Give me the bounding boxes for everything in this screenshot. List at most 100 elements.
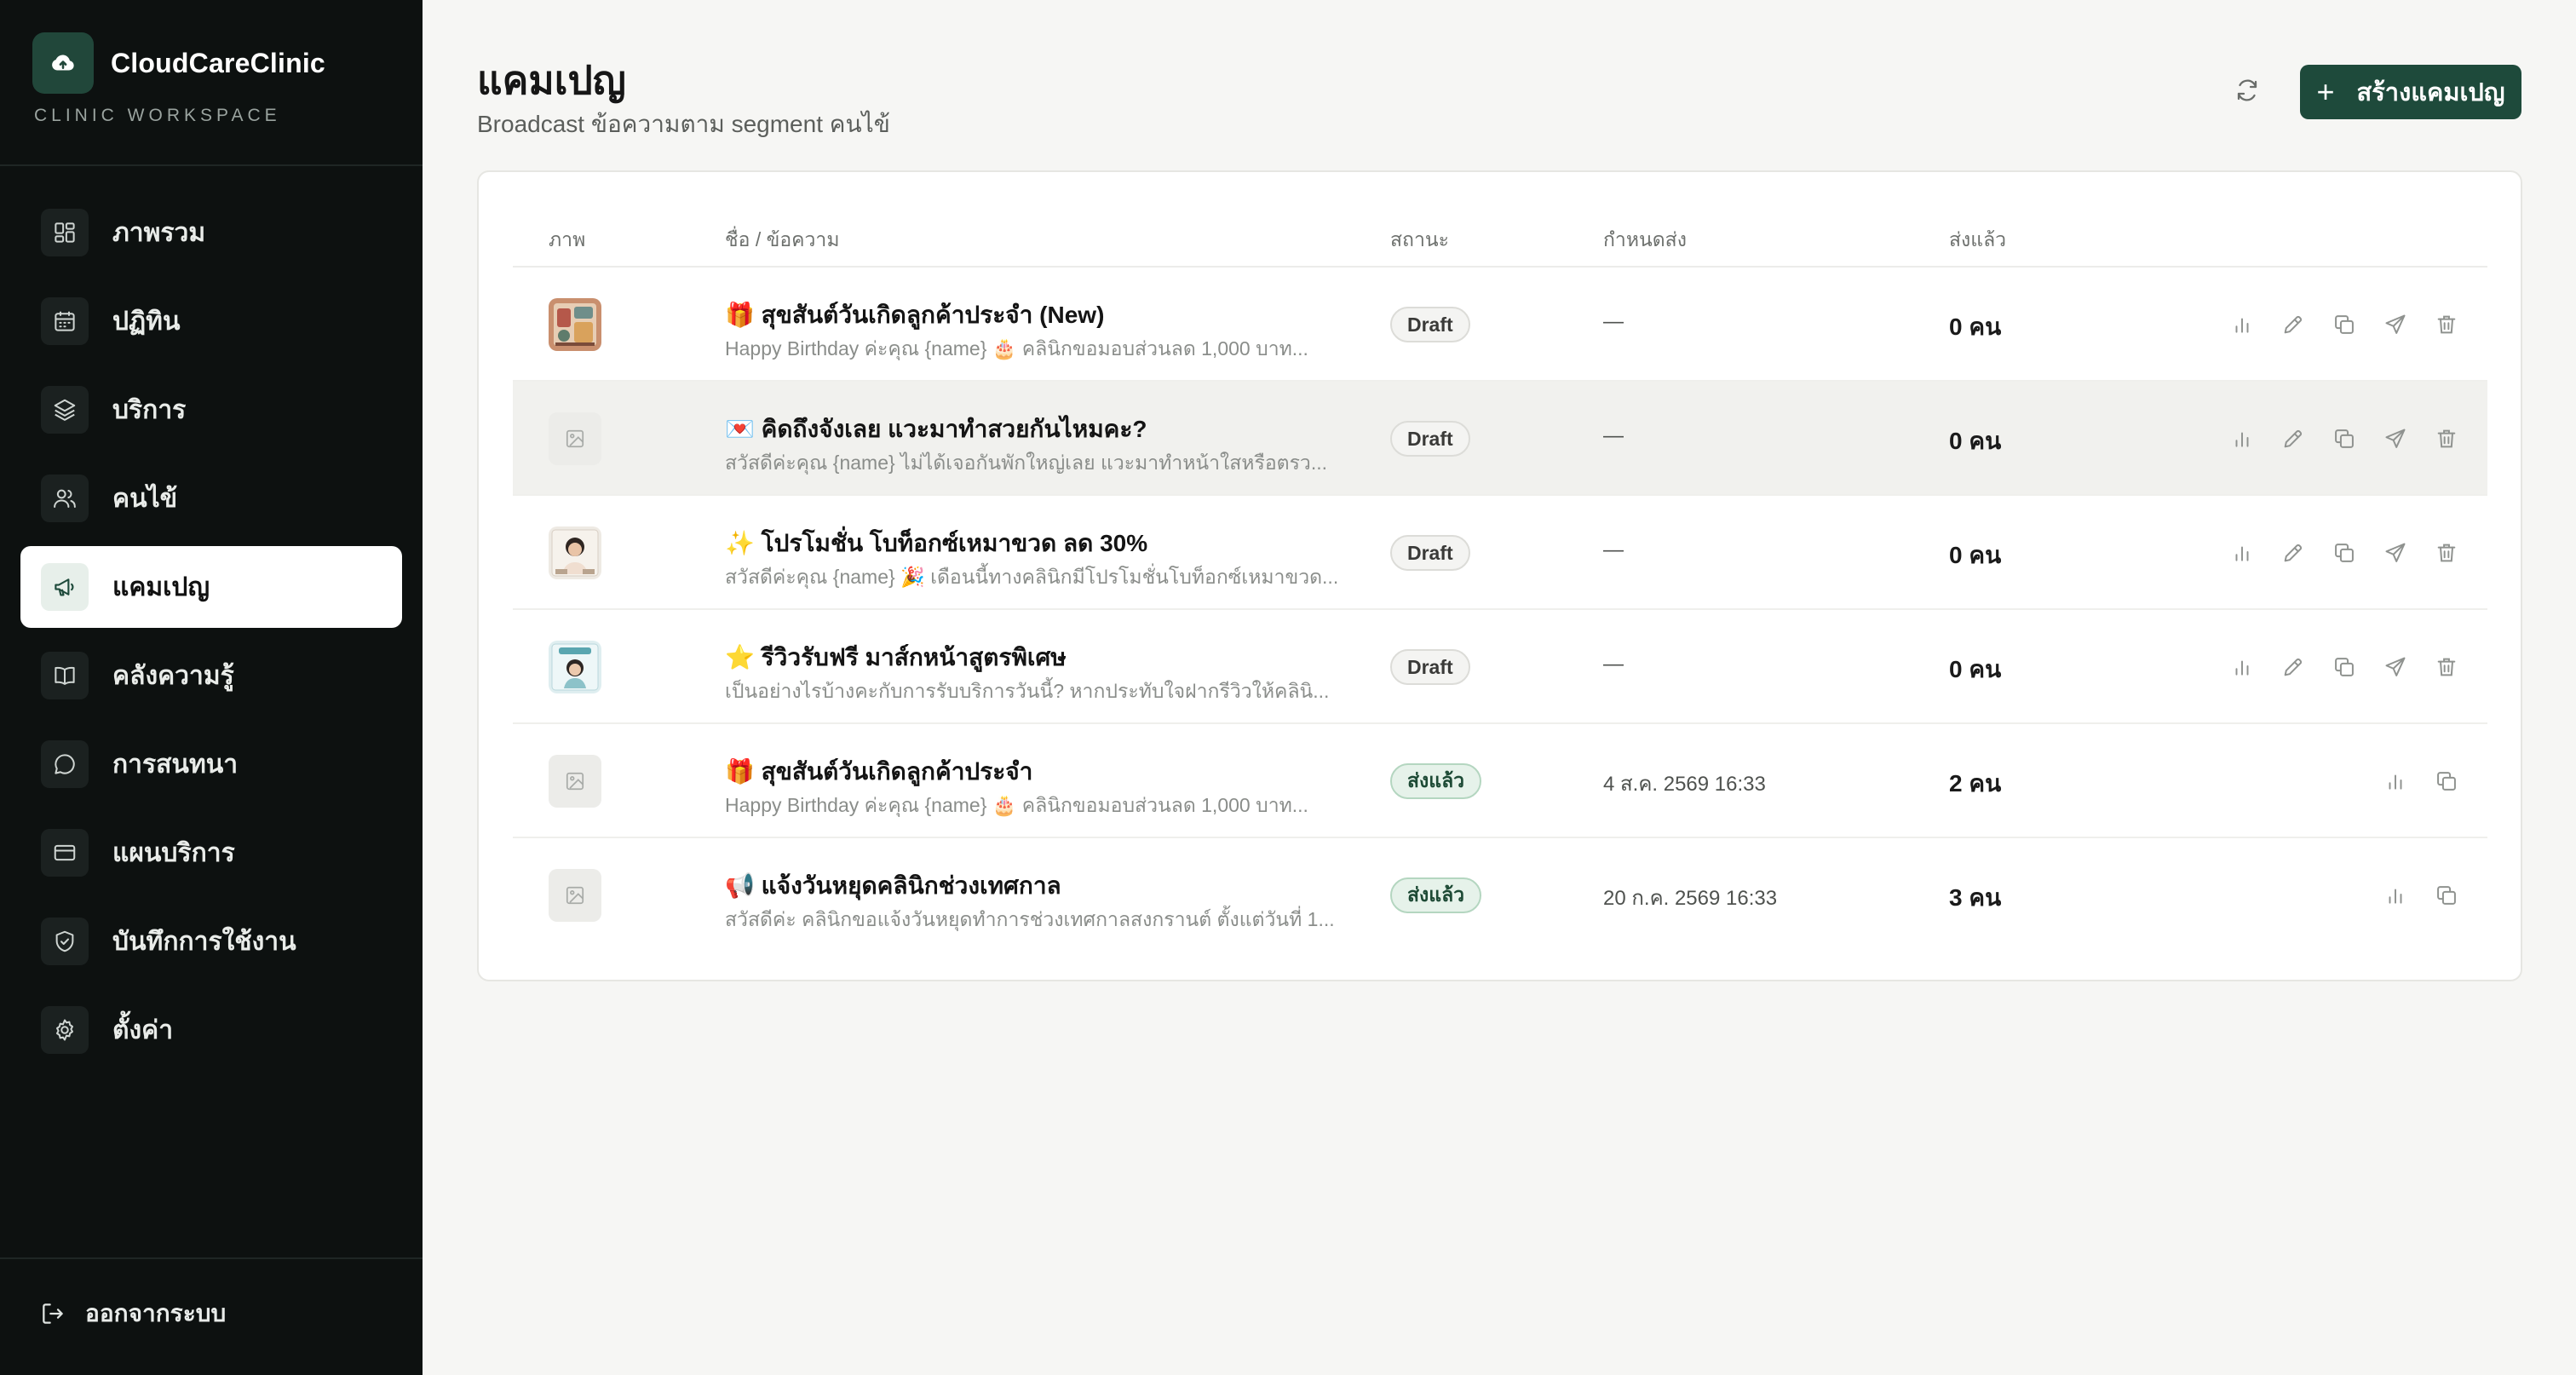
create-campaign-button[interactable]: + สร้างแคมเปญ: [2300, 65, 2521, 119]
cloud-upload-icon: [32, 32, 94, 94]
sidebar: CloudCareClinic CLINIC WORKSPACE ภาพรวม …: [0, 0, 423, 1375]
bar-chart-icon: [2235, 432, 2249, 447]
duplicate-button[interactable]: [2428, 877, 2465, 914]
campaign-thumbnail: [549, 526, 601, 579]
send-button[interactable]: [2377, 420, 2414, 457]
edit-button[interactable]: [2274, 534, 2312, 572]
campaign-title: 🎁 สุขสันต์วันเกิดลูกค้าประจำ: [725, 758, 1033, 785]
edit-button[interactable]: [2274, 420, 2312, 457]
copy-icon: [2335, 315, 2354, 334]
brand[interactable]: CloudCareClinic: [32, 32, 325, 94]
stats-button[interactable]: [2377, 877, 2414, 914]
send-button[interactable]: [2377, 534, 2414, 572]
refresh-button[interactable]: [2225, 70, 2269, 114]
send-icon: [2385, 314, 2406, 334]
table-row[interactable]: 🎁 สุขสันต์วันเกิดลูกค้าประจำ (New) Happy…: [513, 268, 2487, 382]
table-row[interactable]: 🎁 สุขสันต์วันเกิดลูกค้าประจำ Happy Birth…: [513, 724, 2487, 838]
sidebar-item-conversations[interactable]: การสนทนา: [20, 723, 402, 805]
sidebar-divider: [0, 164, 423, 166]
sidebar-item-knowledge[interactable]: คลังความรู้: [20, 635, 402, 716]
column-header-schedule: กำหนดส่ง: [1603, 228, 1687, 250]
campaign-schedule: 20 ก.ค. 2569 16:33: [1603, 887, 1778, 910]
table-header: ภาพ ชื่อ / ข้อความ สถานะ กำหนดส่ง ส่งแล้…: [513, 206, 2487, 268]
edit-button[interactable]: [2274, 306, 2312, 343]
stats-button[interactable]: [2377, 762, 2414, 800]
duplicate-button[interactable]: [2326, 534, 2363, 572]
table-row[interactable]: 💌 คิดถึงจังเลย แวะมาทำสวยกันไหมคะ? สวัสด…: [513, 382, 2487, 496]
layers-icon: [41, 386, 89, 434]
stats-button[interactable]: [2223, 534, 2261, 572]
logout-icon: [39, 1300, 66, 1327]
delete-button[interactable]: [2428, 306, 2465, 343]
sidebar-item-label: บันทึกการใช้งาน: [112, 927, 296, 956]
status-badge: Draft: [1390, 421, 1470, 457]
pencil-icon: [2284, 315, 2303, 334]
duplicate-button[interactable]: [2326, 306, 2363, 343]
duplicate-button[interactable]: [2326, 420, 2363, 457]
column-header-sent: ส่งแล้ว: [1949, 228, 2007, 250]
pencil-icon: [2284, 544, 2303, 562]
column-header-image: ภาพ: [549, 228, 586, 250]
sidebar-item-activity-log[interactable]: บันทึกการใช้งาน: [20, 900, 402, 982]
campaign-title: 📢 แจ้งวันหยุดคลินิกช่วงเทศกาล: [725, 872, 1061, 899]
column-header-status: สถานะ: [1390, 228, 1449, 250]
table-row[interactable]: 📢 แจ้งวันหยุดคลินิกช่วงเทศกาล สวัสดีค่ะ …: [513, 838, 2487, 952]
create-campaign-label: สร้างแคมเปญ: [2356, 79, 2505, 106]
status-badge: Draft: [1390, 307, 1470, 342]
stats-button[interactable]: [2223, 306, 2261, 343]
send-button[interactable]: [2377, 648, 2414, 686]
sidebar-item-label: แคมเปญ: [112, 572, 210, 601]
bar-chart-icon: [2389, 774, 2402, 790]
sidebar-item-calendar[interactable]: ปฏิทิน: [20, 280, 402, 362]
duplicate-button[interactable]: [2428, 762, 2465, 800]
delete-button[interactable]: [2428, 420, 2465, 457]
campaign-schedule: 4 ส.ค. 2569 16:33: [1603, 773, 1766, 796]
sidebar-item-settings[interactable]: ตั้งค่า: [20, 989, 402, 1071]
trash-icon: [2437, 315, 2456, 334]
campaign-schedule: —: [1603, 538, 1624, 561]
image-placeholder-icon: [549, 412, 601, 465]
edit-button[interactable]: [2274, 648, 2312, 686]
users-icon: [41, 475, 89, 522]
status-badge: Draft: [1390, 535, 1470, 571]
delete-button[interactable]: [2428, 648, 2465, 686]
campaign-schedule: —: [1603, 424, 1624, 447]
send-button[interactable]: [2377, 306, 2414, 343]
campaign-message: เป็นอย่างไรบ้างคะกับการรับบริการวันนี้? …: [725, 680, 1330, 702]
send-icon: [2385, 657, 2406, 676]
image-placeholder-icon: [549, 755, 601, 808]
chat-icon: [41, 740, 89, 788]
campaign-sent-count: 0 คน: [1949, 314, 2002, 340]
sidebar-item-campaigns[interactable]: แคมเปญ: [20, 546, 402, 628]
sidebar-item-plans[interactable]: แผนบริการ: [20, 812, 402, 894]
stats-button[interactable]: [2223, 648, 2261, 686]
delete-button[interactable]: [2428, 534, 2465, 572]
bar-chart-icon: [2389, 889, 2402, 904]
megaphone-icon: [41, 563, 89, 611]
stats-button[interactable]: [2223, 420, 2261, 457]
campaign-message: สวัสดีค่ะคุณ {name} ไม่ได้เจอกันพักใหญ่เ…: [725, 452, 1328, 474]
app-name: CloudCareClinic: [111, 47, 325, 78]
campaign-title: ✨ โปรโมชั่น โบท็อกซ์เหมาขวด ลด 30%: [725, 530, 1148, 556]
sidebar-divider-bottom: [0, 1257, 423, 1259]
sidebar-item-services[interactable]: บริการ: [20, 369, 402, 451]
duplicate-button[interactable]: [2326, 648, 2363, 686]
gear-icon: [41, 1006, 89, 1054]
trash-icon: [2437, 544, 2456, 562]
campaign-message: Happy Birthday ค่ะคุณ {name} 🎂 คลินิกขอม…: [725, 794, 1308, 816]
bar-chart-icon: [2235, 318, 2249, 333]
table-row[interactable]: ✨ โปรโมชั่น โบท็อกซ์เหมาขวด ลด 30% สวัสด…: [513, 496, 2487, 610]
table-row[interactable]: ⭐ รีวิวรับฟรี มาส์กหน้าสูตรพิเศษ เป็นอย่…: [513, 610, 2487, 724]
refresh-icon: [2234, 77, 2261, 108]
copy-icon: [2335, 429, 2354, 448]
pencil-icon: [2284, 429, 2303, 448]
campaign-sent-count: 0 คน: [1949, 428, 2002, 454]
page-subtitle: Broadcast ข้อความตาม segment คนไข้: [477, 111, 890, 137]
trash-icon: [2437, 658, 2456, 676]
copy-icon: [2335, 658, 2354, 676]
sidebar-item-overview[interactable]: ภาพรวม: [20, 192, 402, 273]
calendar-icon: [41, 297, 89, 345]
sidebar-item-patients[interactable]: คนไข้: [20, 457, 402, 539]
sidebar-item-label: ตั้งค่า: [112, 1015, 174, 1044]
logout-button[interactable]: ออกจากระบบ: [39, 1295, 226, 1332]
